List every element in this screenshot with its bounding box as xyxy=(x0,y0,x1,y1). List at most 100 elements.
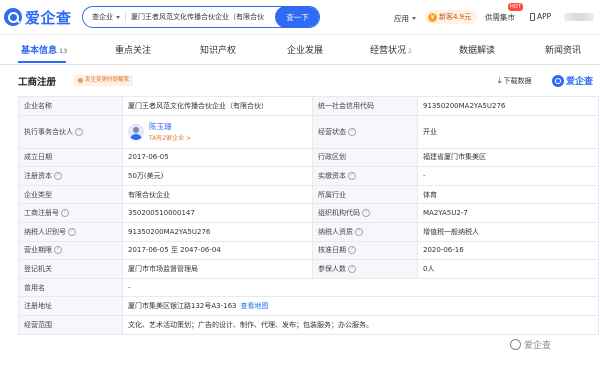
label-partner: 执行事务合伙人? xyxy=(18,114,123,149)
tab-intellectual-property[interactable]: 知识产权 xyxy=(200,43,236,56)
value-region: 福建省厦门市集美区 xyxy=(417,147,599,168)
label-industry: 所属行业 xyxy=(312,184,418,205)
label-scope: 经营范围 xyxy=(18,314,123,335)
table-row: 登记机关 厦门市市场监督管理局 参保人数? 0人 xyxy=(18,259,599,279)
tab-data-insights[interactable]: 数据解读 xyxy=(459,43,495,56)
label-region: 行政区划 xyxy=(312,147,418,168)
value-scope: 文化、艺术活动策划；广告的设计、制作、代理、发布；包装服务；办公服务。 xyxy=(122,314,599,335)
change-alert-toggle[interactable]: 发生变更时提醒我 xyxy=(74,75,134,86)
chevron-down-icon[interactable] xyxy=(116,15,120,19)
value-address: 厦门市集美区银江路132号A3-163 查看地图 xyxy=(122,296,599,316)
tab-label: 重点关注 xyxy=(115,46,152,56)
value-reg-capital: 50万(美元) xyxy=(122,166,313,186)
app-menu[interactable]: 应用 xyxy=(394,13,416,24)
label-founded: 成立日期 xyxy=(18,147,123,168)
active-tab-indicator xyxy=(18,61,66,63)
label-text: 工商注册号 xyxy=(24,209,59,218)
help-icon[interactable]: ? xyxy=(348,171,356,180)
tab-label: 基本信息 xyxy=(21,46,58,56)
help-icon[interactable]: ? xyxy=(348,264,356,273)
value-former-name: - xyxy=(122,277,599,298)
label-text: 核准日期 xyxy=(318,246,346,255)
tab-operations[interactable]: 经营状况 2 xyxy=(370,43,412,56)
tab-news[interactable]: 新闻资讯 xyxy=(545,43,581,56)
tab-basic-info[interactable]: 基本信息 13 xyxy=(21,43,67,56)
view-map-link[interactable]: 查看地图 xyxy=(241,302,269,310)
bell-icon xyxy=(78,78,83,83)
value-type: 有限合伙企业 xyxy=(122,184,313,205)
value-partner: 陈玉珊 TA有2家企业 > xyxy=(122,114,313,149)
brand-name: 爱企查 xyxy=(25,8,72,27)
search-input[interactable] xyxy=(131,13,281,21)
help-icon[interactable]: ? xyxy=(68,227,76,236)
label-text: 参保人数 xyxy=(318,264,346,273)
search-button[interactable]: 查一下 xyxy=(275,7,319,27)
label-text: 注册资本 xyxy=(24,171,52,180)
magnifier-logo-icon xyxy=(4,8,22,26)
value-founded: 2017-06-05 xyxy=(122,147,313,168)
tab-count: 2 xyxy=(408,48,412,55)
section-brand-name: 爱企查 xyxy=(566,77,594,87)
value-org-code: MA2YA5U2-7 xyxy=(417,203,599,223)
partner-name-link[interactable]: 陈玉珊 xyxy=(149,121,191,132)
help-icon[interactable]: ? xyxy=(348,246,356,255)
value-term: 2017-06-05 至 2047-06-04 xyxy=(122,240,313,261)
label-text: 组织机构代码 xyxy=(318,209,360,218)
value-company-name: 厦门王者风范文化传播合伙企业（有限合伙） xyxy=(122,96,313,116)
label-org-code: 组织机构代码? xyxy=(312,203,418,223)
download-data-button[interactable]: ⤓ 下载数据 xyxy=(498,76,532,86)
table-row: 企业名称 厦门王者风范文化传播合伙企业（有限合伙） 统一社会信用代码 91350… xyxy=(18,96,599,116)
promo-badge[interactable]: ¥ 新客4.9元 xyxy=(425,10,477,24)
help-icon[interactable]: ? xyxy=(355,227,363,236)
supply-market-link[interactable]: 供需集市 xyxy=(485,12,515,23)
value-tax-id: 91350200MA2YA5U276 xyxy=(122,221,313,242)
label-status: 经营状态? xyxy=(312,114,418,149)
label-text: 实缴资本 xyxy=(318,171,346,180)
table-row: 工商注册号? 350200510000147 组织机构代码? MA2YA5U2-… xyxy=(18,203,599,223)
tab-label: 企业发展 xyxy=(287,46,324,56)
app-link-label: APP xyxy=(537,12,552,21)
tab-key-focus[interactable]: 重点关注 xyxy=(115,43,151,56)
partner-card[interactable]: 陈玉珊 TA有2家企业 > xyxy=(128,121,307,142)
label-term: 营业期限? xyxy=(18,240,123,261)
label-text: 纳税人识别号 xyxy=(24,227,66,236)
label-company-name: 企业名称 xyxy=(18,96,123,116)
help-icon[interactable]: ? xyxy=(54,246,62,255)
hot-badge: HOT xyxy=(508,3,523,11)
promo-label: 新客4.9元 xyxy=(439,13,472,21)
table-row: 注册地址 厦门市集美区银江路132号A3-163 查看地图 xyxy=(18,296,599,316)
value-credit-code: 91350200MA2YA5U276 xyxy=(417,96,599,116)
brand-logo[interactable]: 爱企查 xyxy=(4,6,72,28)
label-approved: 核准日期? xyxy=(312,240,418,261)
tab-label: 新闻资讯 xyxy=(545,46,582,56)
label-reg-capital: 注册资本? xyxy=(18,166,123,186)
tab-label: 数据解读 xyxy=(459,46,496,56)
registration-info-table: 企业名称 厦门王者风范文化传播合伙企业（有限合伙） 统一社会信用代码 91350… xyxy=(18,96,599,335)
label-authority: 登记机关 xyxy=(18,259,123,279)
watermark: 爱企查 xyxy=(510,338,551,351)
phone-icon xyxy=(530,12,535,21)
help-icon[interactable]: ? xyxy=(54,171,62,180)
label-text: 执行事务合伙人 xyxy=(24,127,73,136)
tab-development[interactable]: 企业发展 xyxy=(287,43,323,56)
top-header: 爱企查 查企业 查一下 应用 ¥ 新客4.9元 供需集市 HOT APP xyxy=(0,0,600,35)
partner-companies-link[interactable]: TA有2家企业 > xyxy=(149,133,191,142)
help-icon[interactable]: ? xyxy=(348,127,356,136)
table-row: 成立日期 2017-06-05 行政区划 福建省厦门市集美区 xyxy=(18,147,599,168)
app-download-link[interactable]: APP xyxy=(530,12,551,21)
table-row: 企业类型 有限合伙企业 所属行业 体育 xyxy=(18,184,599,205)
user-account-blurred[interactable] xyxy=(564,13,594,21)
label-reg-no: 工商注册号? xyxy=(18,203,123,223)
value-industry: 体育 xyxy=(417,184,599,205)
download-icon: ⤓ xyxy=(498,76,502,85)
help-icon[interactable]: ? xyxy=(61,209,69,218)
main-tabs: 基本信息 13 重点关注 知识产权 企业发展 经营状况 2 数据解读 新闻资讯 xyxy=(0,34,600,65)
value-taxpayer: 增值税一般纳税人 xyxy=(417,221,599,242)
help-icon[interactable]: ? xyxy=(75,127,83,136)
help-icon[interactable]: ? xyxy=(362,209,370,218)
search-scope-select[interactable]: 查企业 xyxy=(83,12,113,22)
label-text: 纳税人资质 xyxy=(318,227,353,236)
chevron-down-icon xyxy=(412,17,416,20)
watermark-logo-icon xyxy=(510,339,521,350)
table-row: 曾用名 - xyxy=(18,277,599,298)
